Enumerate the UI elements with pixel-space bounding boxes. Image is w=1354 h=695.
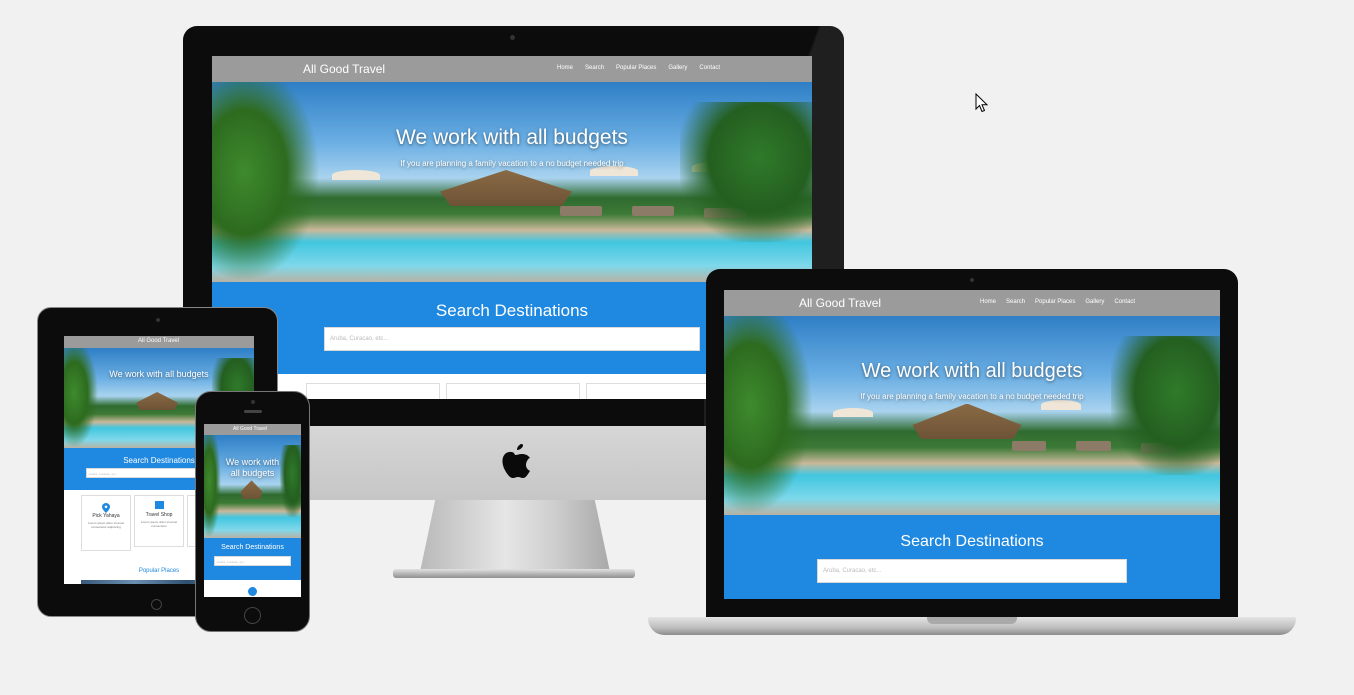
nav-home[interactable]: Home (980, 299, 996, 305)
hero-title-line2: all budgets (230, 468, 275, 478)
hero-title: We work with all budgets (396, 126, 628, 149)
monitor-base (393, 569, 635, 578)
laptop-search-section: Search Destinations Aruba, Curacao, etc.… (724, 515, 1220, 599)
hero-title-line1: We work with (225, 457, 280, 467)
phone-hero: We work with all budgets (204, 435, 301, 538)
cursor-icon (975, 92, 989, 113)
nav-contact[interactable]: Contact (1114, 299, 1135, 305)
search-input[interactable]: Aruba, Curacao, etc... (817, 559, 1127, 583)
card-stub (306, 383, 440, 399)
desktop-navbar: All Good Travel Home Search Popular Plac… (212, 56, 812, 82)
nav-home[interactable]: Home (557, 65, 573, 71)
hero-subtitle: If you are planning a family vacation to… (400, 159, 624, 168)
map-pin-icon (248, 587, 257, 596)
phone-navbar: All Good Travel (204, 424, 301, 435)
hero-title: We work with all budgets (861, 360, 1083, 382)
nav-contact[interactable]: Contact (699, 65, 720, 71)
nav-popular-places[interactable]: Popular Places (616, 65, 656, 71)
phone-home-button[interactable] (244, 607, 261, 624)
laptop-navbar: All Good Travel Home Search Popular Plac… (724, 290, 1220, 316)
brand-logo[interactable]: All Good Travel (799, 296, 881, 310)
shop-icon (154, 501, 164, 509)
brand-logo[interactable]: All Good Travel (303, 62, 385, 76)
desktop-nav: Home Search Popular Places Gallery Conta… (557, 65, 720, 71)
search-input[interactable]: Aruba, Curacao, etc... (214, 556, 291, 566)
laptop-hero: We work with all budgets If you are plan… (724, 316, 1220, 515)
tablet-card[interactable]: Travel Shop Lorem ipsum dolor sit amet c… (134, 495, 184, 547)
hero-title: We work with all budgets (109, 369, 209, 379)
search-input[interactable]: Aruba, Curacao, etc... (324, 327, 700, 351)
map-pin-icon (102, 500, 110, 513)
search-title: Search Destinations (221, 544, 284, 551)
laptop-notch (927, 617, 1017, 624)
nav-search[interactable]: Search (1006, 299, 1025, 305)
phone-speaker (244, 410, 262, 413)
laptop-camera (970, 278, 974, 282)
card-text: Lorem ipsum dolor sit amet consectetur (140, 520, 178, 528)
laptop-nav: Home Search Popular Places Gallery Conta… (980, 299, 1135, 305)
card-stub (586, 383, 720, 399)
card-title: Pick Yahaya (92, 513, 120, 519)
phone-camera (251, 400, 255, 404)
hero-subtitle: If you are planning a family vacation to… (860, 392, 1084, 401)
nav-search[interactable]: Search (585, 65, 604, 71)
card-title: Travel Shop (145, 512, 173, 518)
desktop-hero: We work with all budgets If you are plan… (212, 82, 812, 282)
nav-gallery[interactable]: Gallery (668, 65, 687, 71)
phone-search-section: Search Destinations Aruba, Curacao, etc.… (204, 538, 301, 580)
camera (510, 35, 515, 40)
apple-logo-icon (494, 440, 534, 484)
brand-logo[interactable]: All Good Travel (233, 426, 267, 432)
tablet-navbar: All Good Travel (64, 336, 254, 348)
tablet-card[interactable]: Pick Yahaya Lorem ipsum dolor sit amet c… (81, 495, 131, 551)
tablet-home-button[interactable] (151, 599, 162, 610)
brand-logo[interactable]: All Good Travel (138, 338, 179, 344)
monitor-stand (420, 500, 610, 572)
nav-popular-places[interactable]: Popular Places (1035, 299, 1075, 305)
card-stub (446, 383, 580, 399)
phone-screen: All Good Travel We work with all budgets… (204, 424, 301, 597)
nav-gallery[interactable]: Gallery (1085, 299, 1104, 305)
tablet-camera (156, 318, 160, 322)
search-title: Search Destinations (900, 533, 1044, 550)
card-text: Lorem ipsum dolor sit amet consectetur a… (87, 521, 125, 529)
laptop-screen: All Good Travel Home Search Popular Plac… (724, 290, 1220, 599)
